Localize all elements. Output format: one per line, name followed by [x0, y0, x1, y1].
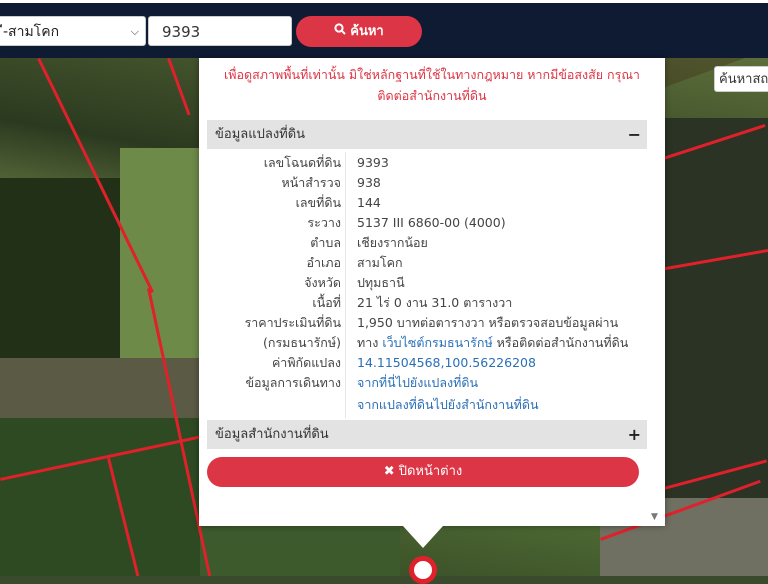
table-row: เลขโฉนดที่ดิน 9393	[207, 153, 647, 173]
table-row: ระวาง 5137 III 6860-00 (4000)	[207, 213, 647, 233]
parcel-boundary-line	[167, 58, 191, 116]
row-value: ปทุมธานี	[357, 275, 405, 290]
row-value: 938	[357, 175, 381, 190]
table-row: หน้าสำรวจ 938	[207, 173, 647, 193]
table-row: ตำบล เชียงรากน้อย	[207, 233, 647, 253]
row-label: อำเภอ	[306, 255, 341, 270]
map-field	[660, 118, 768, 498]
row-label: จังหวัด	[304, 275, 341, 290]
table-row: ราคาประเมินที่ดิน 1,950 บาทต่อตารางวา หรื…	[207, 313, 647, 333]
table-row: จากแปลงที่ดินไปยังสำนักงานที่ดิน	[207, 395, 647, 415]
row-value: 1,950 บาทต่อตารางวา หรือตรวจสอบข้อมูลผ่า…	[357, 315, 619, 330]
row-value-text: หรือติดต่อสำนักงานที่ดิน	[492, 335, 629, 350]
district-select-value: ี-สามโคก	[3, 24, 60, 40]
row-label: ข้อมูลการเดินทาง	[245, 375, 341, 390]
map-pin-icon[interactable]	[409, 556, 437, 584]
land-info-popup: เพื่อดูสภาพพื้นที่เท่านั้น มิใช่หลักฐานท…	[199, 58, 665, 526]
row-value: เชียงรากน้อย	[357, 235, 428, 250]
chevron-down-icon: ⌵	[130, 25, 139, 38]
directions-to-parcel-link[interactable]: จากที่นี่ไปยังแปลงที่ดิน	[357, 375, 478, 390]
table-row: จังหวัด ปทุมธานี	[207, 273, 647, 293]
expand-icon[interactable]: +	[628, 420, 641, 449]
district-select[interactable]: ี-สามโคก ⌵	[0, 16, 146, 46]
row-label: เนื้อที่	[312, 295, 341, 310]
table-row: ข้อมูลการเดินทาง จากที่นี่ไปยังแปลงที่ดิน	[207, 373, 647, 393]
row-value: ทาง เว็บไซต์กรมธนารักษ์ หรือติดต่อสำนักง…	[357, 333, 628, 353]
row-label: เลขที่ดิน	[295, 195, 341, 210]
disclaimer-text: เพื่อดูสภาพพื้นที่เท่านั้น มิใช่หลักฐานท…	[207, 64, 657, 106]
table-row: เนื้อที่ 21 ไร่ 0 งาน 31.0 ตารางวา	[207, 293, 647, 313]
row-label: (กรมธนารักษ์)	[263, 335, 341, 350]
search-button-label: ค้นหา	[350, 24, 384, 39]
row-label: ตำบล	[310, 235, 341, 250]
treasury-website-link[interactable]: เว็บไซต์กรมธนารักษ์	[382, 335, 492, 350]
table-row: ค่าพิกัดแปลง 14.11504568,100.56226208	[207, 353, 647, 373]
row-value: 144	[357, 195, 381, 210]
land-section-header[interactable]: ข้อมูลแปลงที่ดิน −	[207, 120, 647, 149]
row-label: เลขโฉนดที่ดิน	[263, 155, 341, 170]
collapse-icon[interactable]: −	[628, 120, 641, 149]
row-label: ระวาง	[307, 215, 341, 230]
search-button[interactable]: ค้นหา	[296, 16, 422, 47]
row-label: ราคาประเมินที่ดิน	[244, 315, 341, 330]
close-button-label: ปิดหน้าต่าง	[398, 464, 463, 479]
scroll-down-icon[interactable]: ▼	[651, 512, 658, 522]
coordinates-link[interactable]: 14.11504568,100.56226208	[357, 355, 536, 370]
close-window-button[interactable]: ✖ ปิดหน้าต่าง	[207, 457, 639, 487]
row-value: 21 ไร่ 0 งาน 31.0 ตารางวา	[357, 295, 513, 310]
row-value: สามโคก	[357, 255, 403, 270]
row-value: 9393	[357, 155, 389, 170]
office-section-header[interactable]: ข้อมูลสำนักงานที่ดิน +	[207, 420, 647, 449]
office-section-title: ข้อมูลสำนักงานที่ดิน	[215, 427, 329, 442]
directions-to-office-link[interactable]: จากแปลงที่ดินไปยังสำนักงานที่ดิน	[357, 397, 539, 412]
popup-pointer	[403, 526, 443, 548]
disclaimer-line: ติดต่อสำนักงานที่ดิน	[377, 88, 487, 103]
row-label: หน้าสำรวจ	[281, 175, 341, 190]
row-value-text: ทาง	[357, 335, 383, 350]
deed-number-input[interactable]: 9393	[148, 16, 292, 46]
row-label: ค่าพิกัดแปลง	[271, 355, 341, 370]
map-search-placeholder: ค้นหาสถ	[719, 72, 768, 87]
close-icon: ✖	[383, 464, 399, 479]
deed-number-value: 9393	[162, 23, 201, 41]
top-toolbar: ี-สามโคก ⌵ 9393 ค้นหา	[0, 0, 768, 58]
row-value: 5137 III 6860-00 (4000)	[357, 215, 506, 230]
table-row: อำเภอ สามโคก	[207, 253, 647, 273]
disclaimer-line: เพื่อดูสภาพพื้นที่เท่านั้น มิใช่หลักฐานท…	[224, 67, 640, 82]
search-icon	[334, 16, 346, 47]
land-section-title: ข้อมูลแปลงที่ดิน	[215, 127, 306, 142]
table-row: (กรมธนารักษ์) ทาง เว็บไซต์กรมธนารักษ์ หรื…	[207, 333, 647, 353]
table-row: เลขที่ดิน 144	[207, 193, 647, 213]
map-field	[200, 528, 400, 576]
map-search-box[interactable]: ค้นหาสถ	[714, 66, 768, 92]
